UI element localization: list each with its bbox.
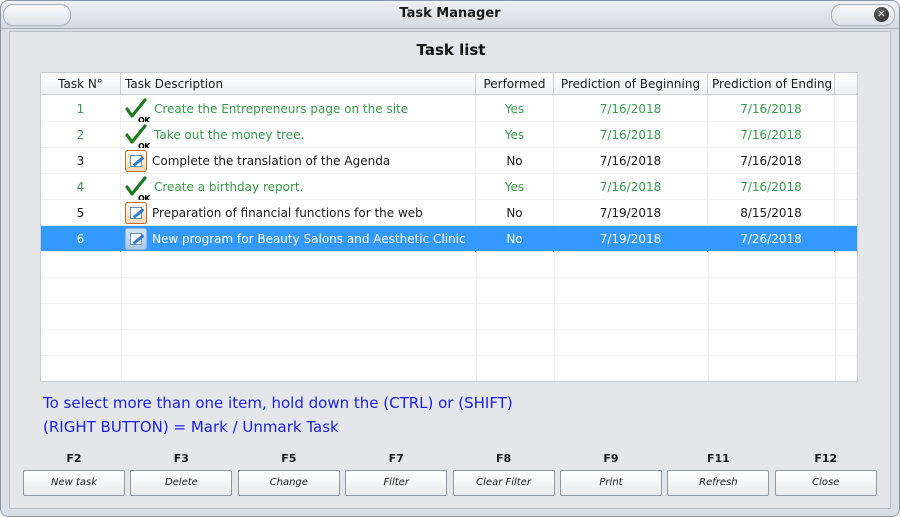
task-description-cell: Preparation of financial functions for t… xyxy=(121,200,476,226)
task-beginning-date: 7/16/2018 xyxy=(554,148,708,174)
table-row[interactable]: 6 New program for Beauty Salons and Aesth… xyxy=(41,226,857,252)
task-performed: Yes xyxy=(476,122,554,148)
task-ending-date: 7/26/2018 xyxy=(708,226,835,252)
ok-label: OK xyxy=(138,194,151,200)
new-task-shortcut-key: F2 xyxy=(66,452,82,465)
column-header-ending[interactable]: Prediction of Ending xyxy=(708,73,835,95)
task-performed: No xyxy=(476,148,554,174)
task-number: 2 xyxy=(41,122,121,148)
title-bar: ✕ Task Manager xyxy=(1,1,899,29)
task-description: Take out the money tree. xyxy=(154,128,305,142)
ok-check-icon: OK xyxy=(125,176,151,200)
filter-button[interactable]: Filter xyxy=(345,470,448,496)
task-description-cell: Complete the translation of the Agenda xyxy=(121,148,476,174)
refresh-shortcut-key: F11 xyxy=(706,452,730,465)
task-beginning-date: 7/16/2018 xyxy=(554,96,708,122)
edit-task-icon xyxy=(125,150,147,172)
mark-hint: (RIGHT BUTTON) = Mark / Unmark Task xyxy=(43,418,339,436)
table-row[interactable]: 1 OK Create the Entrepreneurs page on the … xyxy=(41,96,857,122)
clear-filter-shortcut-key: F8 xyxy=(496,452,512,465)
task-beginning-date: 7/16/2018 xyxy=(554,122,708,148)
row-spacer xyxy=(835,122,857,148)
column-header-spacer xyxy=(835,73,857,95)
task-beginning-date: 7/19/2018 xyxy=(554,200,708,226)
task-ending-date: 8/15/2018 xyxy=(708,200,835,226)
task-performed: Yes xyxy=(476,96,554,122)
table-row[interactable]: 5 Preparation of financial functions for … xyxy=(41,200,857,226)
row-spacer xyxy=(835,226,857,252)
empty-row xyxy=(41,304,857,330)
task-beginning-date: 7/19/2018 xyxy=(554,226,708,252)
task-description: Complete the translation of the Agenda xyxy=(152,154,391,168)
task-grid[interactable]: Task N° Task Description Performed Predi… xyxy=(40,72,858,382)
empty-row xyxy=(41,278,857,304)
selection-hint: To select more than one item, hold down … xyxy=(43,394,513,412)
clear-filter-button[interactable]: Clear Filter xyxy=(452,470,555,496)
table-row[interactable]: 2 OK Take out the money tree. Yes 7/16/2018 7… xyxy=(41,122,857,148)
table-row[interactable]: 4 OK Create a birthday report. Yes 7/16/2018… xyxy=(41,174,857,200)
task-performed: No xyxy=(476,226,554,252)
column-header-task-number[interactable]: Task N° xyxy=(41,73,121,95)
task-performed: Yes xyxy=(476,174,554,200)
task-ending-date: 7/16/2018 xyxy=(708,122,835,148)
task-description-cell: OK Create a birthday report. xyxy=(121,174,476,200)
task-manager-window: ✕ Task Manager Task list Task N° Task De… xyxy=(0,0,900,517)
task-beginning-date: 7/16/2018 xyxy=(554,174,708,200)
close-button[interactable]: Close xyxy=(774,470,877,496)
row-spacer xyxy=(835,200,857,226)
task-description: Create a birthday report. xyxy=(154,180,304,194)
empty-row xyxy=(41,330,857,356)
task-number: 4 xyxy=(41,174,121,200)
task-number: 5 xyxy=(41,200,121,226)
task-description-cell: OK Take out the money tree. xyxy=(121,122,476,148)
print-shortcut-key: F9 xyxy=(603,452,619,465)
task-description: Create the Entrepreneurs page on the sit… xyxy=(154,102,409,116)
refresh-button[interactable]: Refresh xyxy=(667,470,770,496)
task-list-heading: Task list xyxy=(416,41,486,59)
task-ending-date: 7/16/2018 xyxy=(708,174,835,200)
grid-header: Task N° Task Description Performed Predi… xyxy=(41,73,857,95)
row-spacer xyxy=(835,148,857,174)
table-row[interactable]: 3 Complete the translation of the Agenda N… xyxy=(41,148,857,174)
task-description-cell: OK Create the Entrepreneurs page on the s… xyxy=(121,96,476,122)
window-title: Task Manager xyxy=(399,6,501,21)
close-shortcut-key: F12 xyxy=(814,452,838,465)
delete-shortcut-key: F3 xyxy=(173,452,189,465)
empty-row xyxy=(41,356,857,381)
column-header-beginning[interactable]: Prediction of Beginning xyxy=(554,73,708,95)
edit-task-icon xyxy=(125,202,147,224)
change-shortcut-key: F5 xyxy=(281,452,297,465)
delete-button[interactable]: Delete xyxy=(130,470,233,496)
new-task-button[interactable]: New task xyxy=(23,470,125,496)
row-spacer xyxy=(835,96,857,122)
column-header-performed[interactable]: Performed xyxy=(476,73,554,95)
ok-label: OK xyxy=(138,142,151,148)
row-spacer xyxy=(835,174,857,200)
task-number: 6 xyxy=(41,226,121,252)
empty-row xyxy=(41,252,857,278)
task-description: New program for Beauty Salons and Aesthe… xyxy=(152,232,466,246)
task-description-cell: New program for Beauty Salons and Aesthe… xyxy=(121,226,476,252)
main-panel: Task list Task N° Task Description Perfo… xyxy=(9,31,891,509)
ok-check-icon: OK xyxy=(125,124,151,148)
filter-shortcut-key: F7 xyxy=(388,452,404,465)
print-button[interactable]: Print xyxy=(560,470,662,496)
task-number: 1 xyxy=(41,96,121,122)
column-header-description[interactable]: Task Description xyxy=(121,73,476,95)
task-number: 3 xyxy=(41,148,121,174)
task-ending-date: 7/16/2018 xyxy=(708,148,835,174)
edit-task-icon xyxy=(125,228,147,250)
task-description: Preparation of financial functions for t… xyxy=(152,206,423,220)
task-performed: No xyxy=(476,200,554,226)
task-ending-date: 7/16/2018 xyxy=(708,96,835,122)
change-button[interactable]: Change xyxy=(237,470,340,496)
ok-label: OK xyxy=(138,116,151,122)
ok-check-icon: OK xyxy=(125,98,151,122)
